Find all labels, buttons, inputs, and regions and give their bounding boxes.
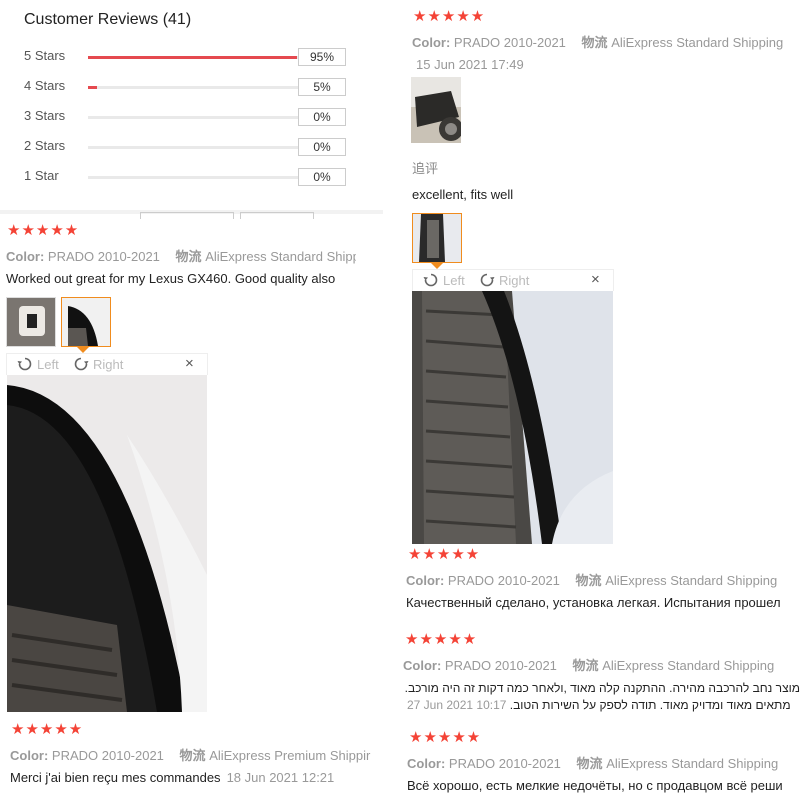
rating-row[interactable]: 1 Star 0% bbox=[24, 168, 354, 188]
rotate-right-icon bbox=[480, 273, 495, 287]
reviews-title: Customer Reviews (41) bbox=[24, 11, 192, 28]
rating-bar-fill bbox=[88, 86, 97, 89]
fender-photo-icon bbox=[62, 298, 110, 346]
rotate-left-icon bbox=[17, 357, 32, 371]
rating-bar-track bbox=[88, 146, 308, 149]
filter-button-1[interactable] bbox=[140, 212, 234, 219]
rating-percent-box: 0% bbox=[298, 138, 346, 156]
review-text: Merci j'ai bien reçu mes commandes 18 Jun… bbox=[10, 770, 335, 785]
rating-row[interactable]: 4 Stars 5% bbox=[24, 78, 354, 98]
rotate-left-icon bbox=[423, 273, 438, 287]
rotate-left-button[interactable]: Left bbox=[17, 356, 59, 372]
rating-bar-track bbox=[88, 86, 308, 89]
rating-bar-track bbox=[88, 116, 308, 119]
review-meta: Color: PRADO 2010-2021 物流 AliExpress Sta… bbox=[412, 35, 784, 50]
review-text: מוצר נחב להרכבה מהירה. ההתקנה קלה מאוד ,… bbox=[403, 681, 800, 695]
image-viewer-toolbar: Left Right × bbox=[6, 353, 208, 375]
rotate-right-icon bbox=[74, 357, 89, 371]
suv-photo-icon bbox=[411, 77, 461, 143]
rotate-right-button[interactable]: Right bbox=[73, 356, 123, 372]
tire-fender-photo-icon bbox=[412, 291, 613, 544]
review-text: 27 Jun 2021 10:17 מתאים מאוד ומדויק מאוד… bbox=[407, 698, 791, 712]
rating-bar-track bbox=[88, 56, 308, 59]
rating-row[interactable]: 5 Stars 95% bbox=[24, 48, 354, 68]
review-summary-panel: Customer Reviews (41) 5 Stars 95% 4 Stars 5… bbox=[0, 0, 380, 210]
rating-percent-box: 5% bbox=[298, 78, 346, 96]
review-rating-stars: ★★★★★ bbox=[413, 8, 486, 25]
review-rating-stars: ★★★★★ bbox=[409, 729, 482, 746]
rating-bar-track bbox=[88, 176, 308, 179]
review-text: excellent, fits well bbox=[412, 187, 514, 202]
review-rating-stars: ★★★★★ bbox=[408, 546, 481, 563]
rating-percent-box: 0% bbox=[298, 108, 346, 126]
review-meta: Color: PRADO 2010-2021 物流 AliExpress Sta… bbox=[6, 249, 356, 264]
review-text: Worked out great for my Lexus GX460. Goo… bbox=[6, 271, 336, 286]
review-rating-stars: ★★★★★ bbox=[405, 631, 478, 648]
review-text: Всё хорошо, есть мелкие недочёты, но с п… bbox=[407, 778, 783, 793]
rating-percent-box: 95% bbox=[298, 48, 346, 66]
review-photo-thumb-selected[interactable] bbox=[412, 213, 462, 263]
review-photo-thumb[interactable] bbox=[6, 297, 56, 347]
review-photo-thumb-selected[interactable] bbox=[61, 297, 111, 347]
rating-row[interactable]: 3 Stars 0% bbox=[24, 108, 354, 128]
review-rating-stars: ★★★★★ bbox=[11, 721, 84, 738]
rotate-right-button[interactable]: Right bbox=[479, 272, 529, 288]
rating-percent-box: 0% bbox=[298, 168, 346, 186]
review-photo-thumb[interactable] bbox=[411, 77, 461, 143]
review-rating-stars: ★★★★★ bbox=[7, 222, 80, 239]
enlarged-review-photo bbox=[7, 375, 207, 712]
rating-label: 4 Stars bbox=[24, 78, 66, 93]
rating-bar-fill bbox=[88, 56, 297, 59]
review-meta: Color: PRADO 2010-2021 物流 AliExpress Sta… bbox=[403, 658, 775, 673]
filter-button-2[interactable] bbox=[240, 212, 314, 219]
review-meta: Color: PRADO 2010-2021 物流 AliExpress Pre… bbox=[10, 748, 371, 763]
rating-label: 5 Stars bbox=[24, 48, 66, 63]
fender-photo-icon bbox=[413, 214, 461, 262]
close-viewer-button[interactable]: × bbox=[591, 271, 600, 288]
rotate-left-button[interactable]: Left bbox=[423, 272, 465, 288]
rating-label: 3 Stars bbox=[24, 108, 66, 123]
rating-label: 2 Stars bbox=[24, 138, 66, 153]
image-viewer-toolbar: Left Right × bbox=[412, 269, 614, 291]
review-meta: Color: PRADO 2010-2021 物流 AliExpress Sta… bbox=[406, 573, 778, 588]
enlarged-review-photo bbox=[412, 291, 613, 544]
rating-label: 1 Star bbox=[24, 168, 59, 183]
review-text: Качественный сделано, установка легкая. … bbox=[406, 595, 781, 610]
close-viewer-button[interactable]: × bbox=[185, 355, 194, 372]
rating-row[interactable]: 2 Stars 0% bbox=[24, 138, 354, 158]
review-date: 15 Jun 2021 17:49 bbox=[416, 57, 524, 72]
followup-label: 追评 bbox=[412, 161, 439, 176]
wheel-arch-photo-icon bbox=[7, 375, 207, 712]
mudflap-photo-icon bbox=[7, 298, 55, 346]
review-meta: Color: PRADO 2010-2021 物流 AliExpress Sta… bbox=[407, 756, 779, 771]
